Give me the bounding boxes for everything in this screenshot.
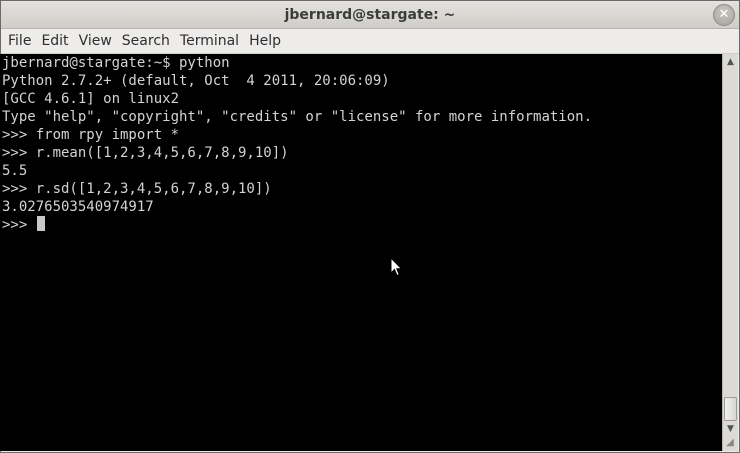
terminal-line: >>> r.mean([1,2,3,4,5,6,7,8,9,10]): [2, 145, 289, 161]
terminal-line: >>> r.sd([1,2,3,4,5,6,7,8,9,10]): [2, 181, 272, 197]
terminal-line: 3.0276503540974917: [2, 199, 154, 215]
menu-view[interactable]: View: [74, 29, 117, 54]
terminal-line: Python 2.7.2+ (default, Oct 4 2011, 20:0…: [2, 73, 390, 89]
scroll-thumb[interactable]: [724, 397, 737, 421]
scroll-up-icon[interactable]: ▲: [723, 55, 738, 69]
terminal-line: 5.5: [2, 163, 28, 179]
menu-bar: File Edit View Search Terminal Help: [1, 29, 739, 54]
text-cursor: [36, 216, 45, 231]
vertical-scrollbar[interactable]: ▲ ▼: [722, 54, 738, 451]
menu-terminal[interactable]: Terminal: [175, 29, 244, 54]
terminal-line: Type "help", "copyright", "credits" or "…: [2, 109, 593, 125]
close-icon: ✕: [718, 7, 730, 22]
python-prompt: >>>: [2, 217, 36, 233]
terminal-line: >>> from rpy import *: [2, 127, 180, 143]
title-bar[interactable]: jbernard@stargate: ~ ✕: [1, 1, 739, 29]
menu-search[interactable]: Search: [117, 29, 175, 54]
resize-grip-icon[interactable]: ◢: [723, 436, 737, 450]
terminal-output[interactable]: jbernard@stargate:~$ python Python 2.7.2…: [0, 54, 722, 451]
terminal-prompt-line[interactable]: >>>: [0, 216, 722, 234]
scroll-down-icon[interactable]: ▼: [723, 422, 738, 436]
menu-file[interactable]: File: [3, 29, 36, 54]
menu-help[interactable]: Help: [244, 29, 286, 54]
close-button[interactable]: ✕: [713, 4, 735, 26]
window-title: jbernard@stargate: ~: [284, 7, 456, 23]
menu-edit[interactable]: Edit: [36, 29, 73, 54]
mouse-pointer-icon: [390, 257, 403, 277]
terminal-line: jbernard@stargate:~$ python: [2, 55, 230, 71]
terminal-line: [GCC 4.6.1] on linux2: [2, 91, 180, 107]
